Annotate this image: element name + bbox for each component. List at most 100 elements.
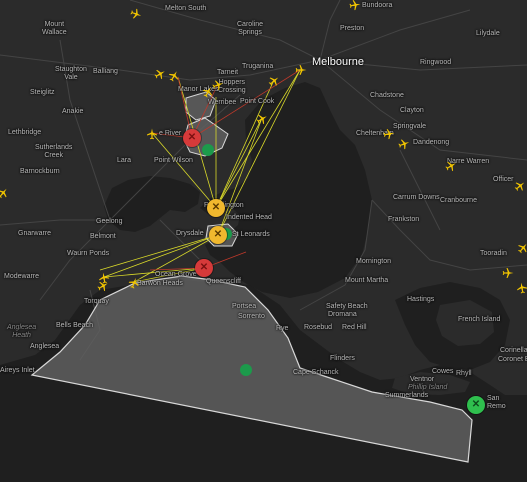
zone-center-marker[interactable] bbox=[202, 144, 214, 156]
place-label-coronet-bay: Coronet Bay bbox=[498, 356, 527, 363]
place-label-rye: Rye bbox=[276, 325, 289, 332]
place-label-point-wilson: Point Wilson bbox=[154, 157, 193, 164]
aircraft-marker[interactable] bbox=[168, 69, 180, 82]
aircraft-marker[interactable] bbox=[445, 159, 457, 172]
place-label-truganina: Truganina bbox=[242, 63, 274, 70]
place-label-mornington: Mornington bbox=[356, 258, 392, 265]
place-label-frankston: Frankston bbox=[388, 216, 420, 223]
place-label-mount-martha: Mount Martha bbox=[345, 277, 389, 284]
drone-site-marker[interactable]: ✕ bbox=[467, 396, 485, 414]
place-label-dromana: Dromana bbox=[328, 311, 357, 318]
aircraft-marker[interactable] bbox=[146, 127, 158, 140]
place-label-barwon-heads: Barwon Heads bbox=[137, 280, 183, 287]
place-label-ocean-grove: Ocean Grove bbox=[155, 271, 197, 278]
place-label-queenscliff: Queenscliff bbox=[206, 278, 241, 285]
place-label-mount-wallace: Mount Wallace bbox=[42, 21, 67, 36]
place-label-springvale: Springvale bbox=[393, 123, 427, 130]
place-label-rhyll: Rhyll bbox=[456, 370, 472, 377]
place-label-staughton-vale: Staughton Vale bbox=[55, 66, 87, 81]
aircraft-marker[interactable] bbox=[514, 179, 526, 191]
place-label-chadstone: Chadstone bbox=[370, 92, 404, 99]
place-label-cape-schanck: Cape Schanck bbox=[293, 369, 339, 376]
place-label-werribee: Werribee bbox=[208, 99, 237, 106]
place-label-bells-beach: Bells Beach bbox=[56, 322, 93, 329]
place-label-carrum-downs: Carrum Downs bbox=[393, 194, 440, 201]
drone-icon: ✕ bbox=[471, 399, 481, 410]
aircraft-marker[interactable] bbox=[97, 279, 109, 292]
drone-icon: ✕ bbox=[199, 262, 209, 273]
aircraft-marker[interactable] bbox=[202, 85, 214, 98]
place-label-indented-head: Indented Head bbox=[226, 214, 272, 221]
place-label-tooradin: Tooradin bbox=[480, 250, 507, 257]
place-label-portsea: Portsea bbox=[232, 303, 257, 310]
zone-center-marker[interactable] bbox=[240, 364, 252, 376]
aircraft-marker[interactable] bbox=[295, 63, 307, 75]
place-label-torquay: Torquay bbox=[84, 298, 109, 305]
place-label-modewarre: Modewarre bbox=[4, 273, 40, 280]
place-label-officer: Officer bbox=[493, 176, 514, 183]
place-label-anglesea: Anglesea bbox=[30, 343, 60, 350]
aircraft-marker[interactable] bbox=[130, 7, 142, 19]
place-label-lethbridge: Lethbridge bbox=[8, 129, 42, 136]
place-label-clayton: Clayton bbox=[400, 107, 424, 114]
place-label-summerlands: Summerlands bbox=[385, 392, 429, 399]
place-label-sutherlands-creek: Sutherlands Creek bbox=[35, 144, 73, 159]
aircraft-marker[interactable] bbox=[383, 127, 395, 140]
drone-icon: ✕ bbox=[213, 229, 223, 240]
place-label-rosebud: Rosebud bbox=[304, 324, 333, 331]
place-label-french-island: French Island bbox=[458, 316, 501, 323]
place-label-sorrento: Sorrento bbox=[238, 313, 265, 320]
airplane-icon bbox=[295, 65, 307, 75]
place-label-belmont: Belmont bbox=[90, 233, 116, 240]
place-label-caroline-springs: Caroline Springs bbox=[237, 21, 264, 36]
place-label-cowes: Cowes bbox=[432, 368, 454, 375]
drone-site-marker[interactable]: ✕ bbox=[207, 199, 225, 217]
place-label-anakie: Anakie bbox=[62, 108, 84, 115]
drone-site-marker[interactable]: ✕ bbox=[183, 129, 201, 147]
place-label-melton-south: Melton South bbox=[165, 5, 207, 12]
place-label-barnockburn: Barnockburn bbox=[20, 168, 60, 175]
place-label-anglesea-heath: Anglesea Heath bbox=[7, 324, 37, 339]
airplane-icon bbox=[147, 128, 157, 140]
place-label-tarneit: Tarneit bbox=[217, 69, 239, 76]
place-label-red-hill: Red Hill bbox=[342, 324, 367, 331]
drone-site-marker[interactable]: ✕ bbox=[209, 226, 227, 244]
place-label-ventnor: Ventnor bbox=[410, 376, 435, 383]
aircraft-marker[interactable] bbox=[128, 276, 140, 289]
place-label-avalon-river: e River bbox=[159, 130, 182, 137]
drone-icon: ✕ bbox=[211, 202, 221, 213]
map-canvas[interactable]: Melton South Bundoora Mount Wallace Caro… bbox=[0, 0, 527, 482]
aircraft-marker[interactable] bbox=[516, 281, 527, 294]
aircraft-marker[interactable] bbox=[268, 74, 280, 86]
aircraft-marker[interactable] bbox=[256, 112, 268, 125]
place-label-melbourne: Melbourne bbox=[312, 56, 364, 68]
airplane-icon bbox=[383, 129, 395, 140]
place-label-lara: Lara bbox=[117, 157, 132, 164]
place-label-preston: Preston bbox=[340, 25, 365, 32]
aircraft-marker[interactable] bbox=[502, 266, 514, 278]
drone-site-marker[interactable]: ✕ bbox=[195, 259, 213, 277]
place-label-san-remo: San Remo bbox=[487, 395, 506, 410]
aircraft-marker[interactable] bbox=[0, 186, 9, 199]
place-label-corinella: Corinella bbox=[500, 347, 527, 354]
place-label-phillip-island: Phillip Island bbox=[408, 384, 448, 391]
aircraft-marker[interactable] bbox=[154, 67, 166, 80]
place-label-geelong: Geelong bbox=[96, 218, 123, 225]
place-label-balliang: Balliang bbox=[93, 68, 118, 75]
place-label-aireys-inlet: Aireys Inlet bbox=[0, 367, 35, 374]
place-label-ringwood: Ringwood bbox=[420, 59, 452, 66]
place-label-cranbourne: Cranbourne bbox=[440, 197, 477, 204]
drone-icon: ✕ bbox=[187, 132, 197, 143]
place-label-point-cook: Point Cook bbox=[240, 98, 275, 105]
place-label-lilydale: Lilydale bbox=[476, 30, 500, 37]
aircraft-marker[interactable] bbox=[517, 241, 527, 254]
place-label-hastings: Hastings bbox=[407, 296, 435, 303]
airplane-icon bbox=[517, 282, 527, 294]
airplane-icon bbox=[349, 0, 361, 11]
place-label-dandenong: Dandenong bbox=[413, 139, 450, 146]
place-label-drysdale: Drysdale bbox=[176, 230, 204, 237]
aircraft-marker[interactable] bbox=[349, 0, 361, 11]
place-label-steiglitz: Steiglitz bbox=[30, 89, 55, 96]
place-label-waurn-ponds: Waurn Ponds bbox=[67, 250, 110, 257]
aircraft-marker[interactable] bbox=[398, 137, 410, 150]
